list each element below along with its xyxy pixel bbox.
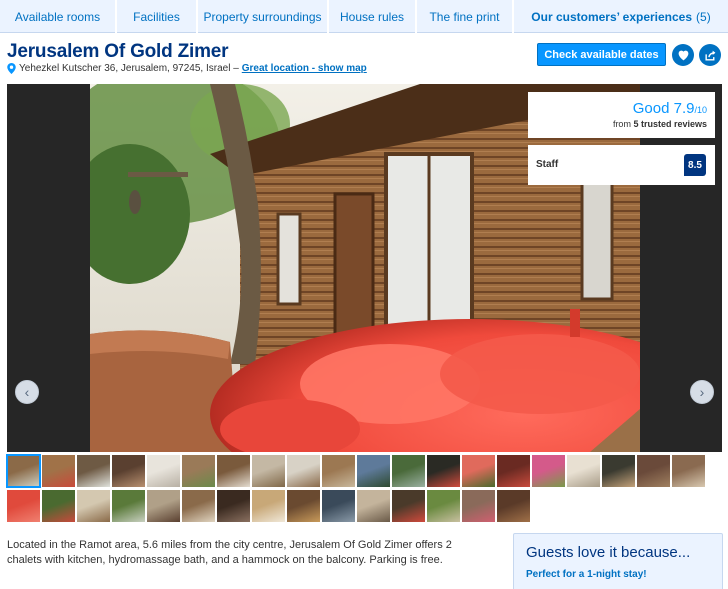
score-line: Good 7.9/10 bbox=[528, 100, 707, 117]
reviews-count: 5 trusted reviews bbox=[633, 119, 707, 129]
favorite-button[interactable] bbox=[672, 44, 694, 66]
gallery-thumbnail[interactable] bbox=[322, 490, 355, 522]
gallery-thumbnail[interactable] bbox=[602, 455, 635, 487]
guests-love-title: Guests love it because... bbox=[526, 544, 691, 561]
gallery-thumbnail[interactable] bbox=[42, 490, 75, 522]
gallery-thumbnail[interactable] bbox=[497, 455, 530, 487]
staff-label: Staff bbox=[536, 159, 559, 170]
gallery-thumbnail[interactable] bbox=[77, 490, 110, 522]
tab-available-rooms[interactable]: Available rooms bbox=[0, 0, 117, 33]
property-title: Jerusalem Of Gold Zimer bbox=[7, 41, 229, 62]
chevron-right-icon: › bbox=[699, 384, 705, 400]
gallery-thumbnail[interactable] bbox=[462, 455, 495, 487]
gallery-thumbnail[interactable] bbox=[427, 490, 460, 522]
tab-label: The fine print bbox=[429, 9, 500, 24]
property-tabs: Available rooms Facilities Property surr… bbox=[0, 0, 728, 33]
gallery-thumbnail[interactable] bbox=[112, 490, 145, 522]
rating-word: Good bbox=[632, 100, 670, 117]
thumbnail-row bbox=[6, 454, 722, 488]
review-score-card[interactable]: Good 7.9/10 from 5 trusted reviews bbox=[528, 92, 715, 138]
gallery-thumbnail[interactable] bbox=[6, 454, 41, 488]
gallery-thumbnail[interactable] bbox=[357, 490, 390, 522]
chevron-left-icon: ‹ bbox=[24, 384, 30, 400]
rating-value: 7.9 bbox=[673, 100, 695, 117]
tab-customer-experiences[interactable]: Our customers’ experiences (5) bbox=[514, 0, 728, 33]
gallery-thumbnail[interactable] bbox=[182, 490, 215, 522]
gallery-thumbnail[interactable] bbox=[217, 490, 250, 522]
guests-love-subtitle: Perfect for a 1-night stay! bbox=[526, 569, 647, 580]
gallery-thumbnail[interactable] bbox=[462, 490, 495, 522]
thumbnail-row bbox=[7, 490, 722, 522]
main-photo[interactable] bbox=[90, 84, 640, 452]
gallery-thumbnail[interactable] bbox=[532, 455, 565, 487]
gallery-thumbnail[interactable] bbox=[77, 455, 110, 487]
heart-icon bbox=[678, 50, 688, 61]
gallery-thumbnail[interactable] bbox=[287, 490, 320, 522]
gallery-thumbnail[interactable] bbox=[42, 455, 75, 487]
tab-label: Available rooms bbox=[14, 9, 101, 24]
gallery-thumbnail[interactable] bbox=[252, 490, 285, 522]
tab-label: Our customers’ experiences bbox=[531, 9, 693, 24]
gallery-thumbnail[interactable] bbox=[287, 455, 320, 487]
share-icon bbox=[704, 50, 715, 61]
tab-house-rules[interactable]: House rules bbox=[329, 0, 417, 33]
reviews-line: from 5 trusted reviews bbox=[528, 119, 707, 129]
gallery-thumbnail[interactable] bbox=[567, 455, 600, 487]
review-count: (5) bbox=[696, 9, 711, 24]
gallery-next-button[interactable]: › bbox=[690, 380, 714, 404]
gallery-thumbnail[interactable] bbox=[637, 455, 670, 487]
property-address: Yehezkel Kutscher 36, Jerusalem, 97245, … bbox=[7, 63, 367, 74]
tab-property-surroundings[interactable]: Property surroundings bbox=[198, 0, 329, 33]
show-map-link[interactable]: Great location - show map bbox=[242, 63, 367, 74]
tab-label: Property surroundings bbox=[203, 9, 322, 24]
staff-score-card: Staff 8.5 bbox=[528, 145, 715, 185]
thumbnail-strip bbox=[6, 454, 722, 525]
gallery-thumbnail[interactable] bbox=[252, 455, 285, 487]
gallery-thumbnail[interactable] bbox=[392, 490, 425, 522]
staff-score-badge: 8.5 bbox=[684, 154, 706, 176]
gallery-thumbnail[interactable] bbox=[112, 455, 145, 487]
gallery-thumbnail[interactable] bbox=[7, 490, 40, 522]
tab-label: House rules bbox=[339, 9, 405, 24]
rating-max: /10 bbox=[694, 105, 707, 115]
gallery-thumbnail[interactable] bbox=[427, 455, 460, 487]
tab-fine-print[interactable]: The fine print bbox=[417, 0, 514, 33]
photo-gallery: ‹ › bbox=[7, 84, 722, 452]
property-description: Located in the Ramot area, 5.6 miles fro… bbox=[7, 539, 452, 566]
gallery-thumbnail[interactable] bbox=[322, 455, 355, 487]
reviews-prefix: from bbox=[612, 119, 631, 129]
gallery-thumbnail[interactable] bbox=[147, 490, 180, 522]
gallery-prev-button[interactable]: ‹ bbox=[15, 380, 39, 404]
tab-label: Facilities bbox=[133, 9, 180, 24]
share-button[interactable] bbox=[699, 44, 721, 66]
gallery-thumbnail[interactable] bbox=[392, 455, 425, 487]
check-dates-button[interactable]: Check available dates bbox=[537, 43, 666, 66]
map-pin-icon bbox=[7, 63, 16, 74]
gallery-thumbnail[interactable] bbox=[182, 455, 215, 487]
gallery-thumbnail[interactable] bbox=[357, 455, 390, 487]
gallery-thumbnail[interactable] bbox=[672, 455, 705, 487]
gallery-thumbnail[interactable] bbox=[217, 455, 250, 487]
guests-love-card: Guests love it because... Perfect for a … bbox=[513, 533, 723, 589]
gallery-thumbnail[interactable] bbox=[147, 455, 180, 487]
tab-facilities[interactable]: Facilities bbox=[117, 0, 198, 33]
address-text: Yehezkel Kutscher 36, Jerusalem, 97245, … bbox=[19, 63, 239, 74]
gallery-thumbnail[interactable] bbox=[497, 490, 530, 522]
